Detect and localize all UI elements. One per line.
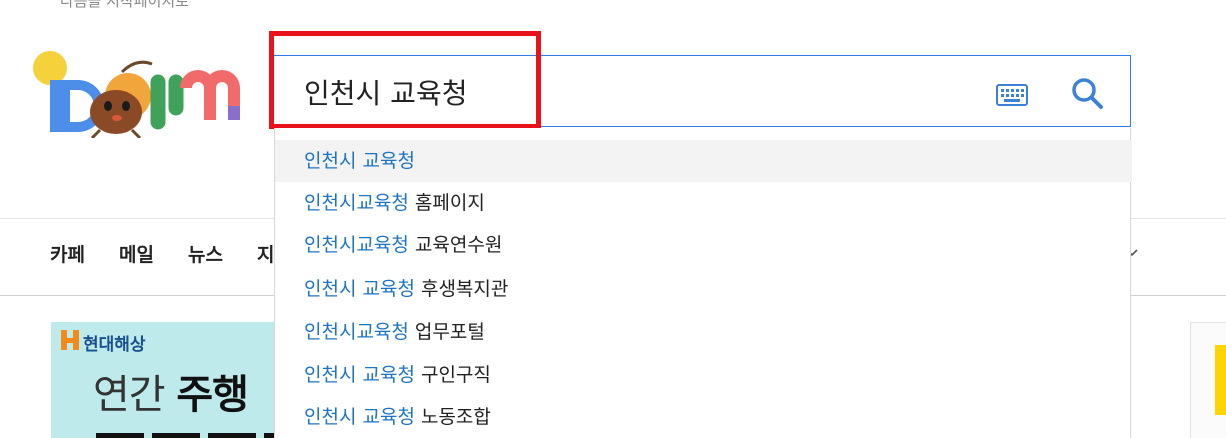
ad-headline-bold: 주행 xyxy=(176,372,249,418)
nav-item-cafe[interactable]: 카페 xyxy=(50,240,85,267)
ad-headline: 연간 주행 xyxy=(93,362,249,420)
daum-logo-art xyxy=(33,51,240,140)
daum-home-page: 다음을 시작페이지로 인천시 교육청 카페 메일 뉴스 지 현대해상 연간 주행… xyxy=(0,0,1226,438)
suggestion-item[interactable]: 인천시 교육청 후생복지관 xyxy=(275,268,1132,310)
top-link[interactable]: 다음을 시작페이지로 xyxy=(60,0,189,11)
suggestion-match: 인천시 교육청 xyxy=(304,150,415,172)
suggestion-item[interactable]: 인천시 교육청 xyxy=(275,140,1132,182)
nav-item-mail[interactable]: 메일 xyxy=(119,240,154,267)
suggestion-item[interactable]: 인천시교육청 업무포털 xyxy=(275,311,1132,353)
suggestion-match: 인천시교육청 xyxy=(304,234,409,256)
search-input[interactable] xyxy=(304,70,904,114)
suggestion-list: 인천시 교육청 인천시교육청 홈페이지 인천시교육청 교육연수원 인천시 교육청… xyxy=(274,128,1132,438)
suggestion-item[interactable]: 인천시 교육청 구인구직 xyxy=(275,354,1132,396)
suggestion-rest: 노동조합 xyxy=(414,406,491,428)
search-box xyxy=(273,55,1131,127)
daum-logo[interactable] xyxy=(30,48,245,140)
suggestion-rest: 홈페이지 xyxy=(408,192,485,214)
suggestion-item[interactable]: 인천시 교육청 노동조합 xyxy=(275,396,1132,438)
hyundai-marine-logo-icon xyxy=(61,330,79,350)
suggestion-item[interactable]: 인천시교육청 홈페이지 xyxy=(275,182,1132,224)
nav-item-news[interactable]: 뉴스 xyxy=(188,240,223,267)
suggestion-match: 인천시 교육청 xyxy=(304,278,415,300)
nav-item-map[interactable]: 지 xyxy=(257,240,274,267)
search-icon[interactable] xyxy=(1070,76,1104,110)
right-panel-accent xyxy=(1215,345,1226,415)
suggestion-match: 인천시 교육청 xyxy=(304,406,415,428)
suggestion-match: 인천시교육청 xyxy=(304,321,409,343)
suggestion-rest: 교육연수원 xyxy=(408,234,503,256)
suggestion-item[interactable]: 인천시교육청 교육연수원 xyxy=(275,224,1132,266)
right-panel xyxy=(1190,322,1226,438)
suggestion-rest: 업무포털 xyxy=(408,321,485,343)
suggestion-match: 인천시 교육청 xyxy=(304,364,415,386)
suggestion-rest: 후생복지관 xyxy=(414,278,509,300)
ad-decoration xyxy=(96,430,276,438)
keyboard-icon[interactable] xyxy=(996,84,1028,106)
suggestion-match: 인천시교육청 xyxy=(304,192,409,214)
ad-banner[interactable]: 현대해상 연간 주행 xyxy=(51,322,276,438)
ad-headline-light: 연간 xyxy=(93,372,177,418)
suggestion-rest: 구인구직 xyxy=(414,364,491,386)
ad-brand: 현대해상 xyxy=(83,335,146,355)
